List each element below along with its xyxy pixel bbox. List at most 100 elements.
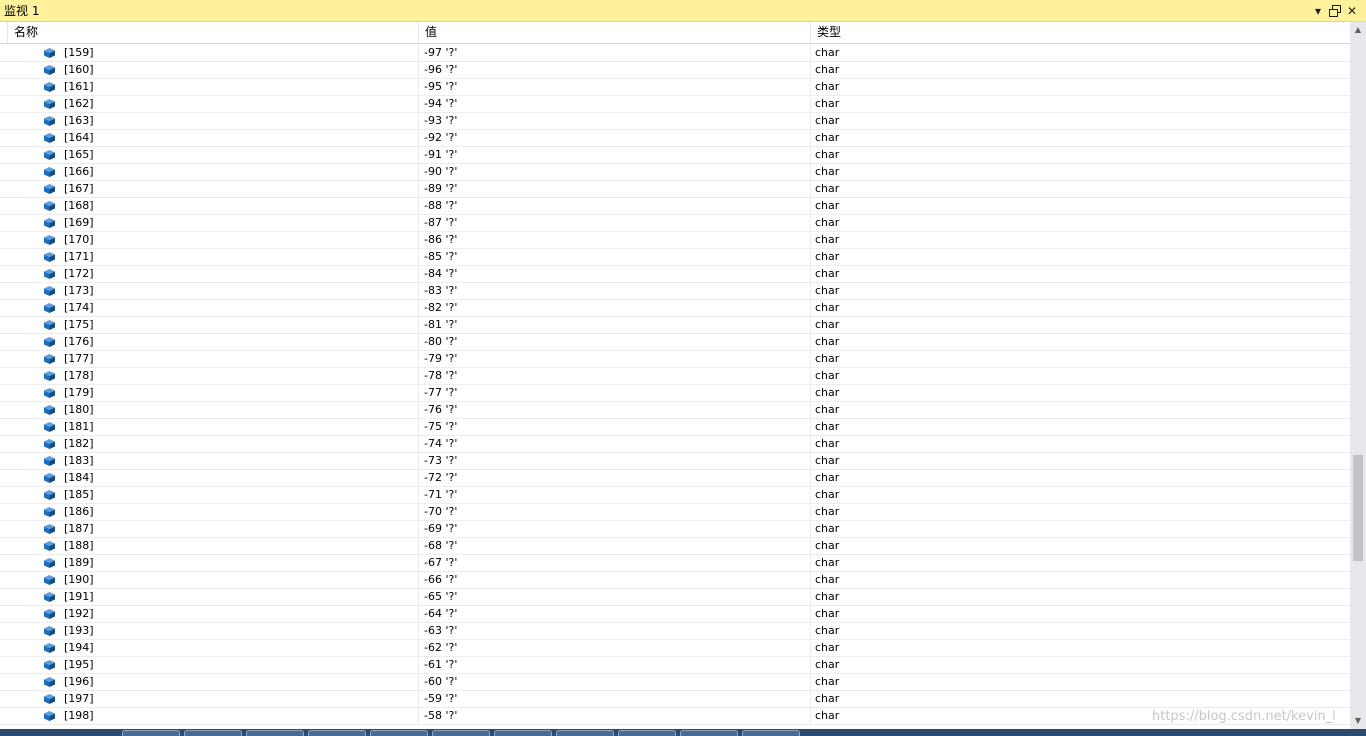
table-row[interactable]: [167] -89 '?' char (0, 181, 1350, 198)
taskbar-button[interactable] (618, 730, 676, 736)
row-value[interactable]: -79 '?' (424, 351, 457, 367)
table-row[interactable]: [168] -88 '?' char (0, 198, 1350, 215)
table-row[interactable]: [173] -83 '?' char (0, 283, 1350, 300)
row-value[interactable]: -87 '?' (424, 215, 457, 231)
row-value[interactable]: -94 '?' (424, 96, 457, 112)
dropdown-arrow-icon[interactable]: ▾ (1310, 3, 1326, 19)
table-row[interactable]: [193] -63 '?' char (0, 623, 1350, 640)
row-value[interactable]: -97 '?' (424, 45, 457, 61)
table-row[interactable]: [188] -68 '?' char (0, 538, 1350, 555)
table-row[interactable]: [179] -77 '?' char (0, 385, 1350, 402)
taskbar-button[interactable] (432, 730, 490, 736)
taskbar-button[interactable] (122, 730, 180, 736)
row-value[interactable]: -91 '?' (424, 147, 457, 163)
taskbar-button[interactable] (494, 730, 552, 736)
scroll-down-icon[interactable]: ▼ (1350, 713, 1366, 729)
table-row[interactable]: [170] -86 '?' char (0, 232, 1350, 249)
table-row[interactable]: [181] -75 '?' char (0, 419, 1350, 436)
row-value[interactable]: -78 '?' (424, 368, 457, 384)
row-value[interactable]: -65 '?' (424, 589, 457, 605)
restore-window-icon[interactable] (1327, 3, 1343, 19)
row-value[interactable]: -67 '?' (424, 555, 457, 571)
table-row[interactable]: [187] -69 '?' char (0, 521, 1350, 538)
row-value[interactable]: -90 '?' (424, 164, 457, 180)
row-value[interactable]: -60 '?' (424, 674, 457, 690)
table-row[interactable]: [184] -72 '?' char (0, 470, 1350, 487)
row-value[interactable]: -82 '?' (424, 300, 457, 316)
table-row[interactable]: [178] -78 '?' char (0, 368, 1350, 385)
table-row[interactable]: [165] -91 '?' char (0, 147, 1350, 164)
table-row[interactable]: [172] -84 '?' char (0, 266, 1350, 283)
row-value[interactable]: -96 '?' (424, 62, 457, 78)
row-value[interactable]: -83 '?' (424, 283, 457, 299)
row-value[interactable]: -92 '?' (424, 130, 457, 146)
table-row[interactable]: [161] -95 '?' char (0, 79, 1350, 96)
taskbar-button[interactable] (246, 730, 304, 736)
watch-titlebar[interactable]: 监视 1 ▾ ✕ (0, 0, 1366, 22)
row-value[interactable]: -75 '?' (424, 419, 457, 435)
table-row[interactable]: [197] -59 '?' char (0, 691, 1350, 708)
row-value[interactable]: -86 '?' (424, 232, 457, 248)
taskbar-button[interactable] (184, 730, 242, 736)
table-row[interactable]: [162] -94 '?' char (0, 96, 1350, 113)
table-row[interactable]: [164] -92 '?' char (0, 130, 1350, 147)
row-value[interactable]: -63 '?' (424, 623, 457, 639)
row-value[interactable]: -59 '?' (424, 691, 457, 707)
row-value[interactable]: -80 '?' (424, 334, 457, 350)
row-value[interactable]: -73 '?' (424, 453, 457, 469)
scroll-up-icon[interactable]: ▲ (1350, 22, 1366, 38)
row-value[interactable]: -70 '?' (424, 504, 457, 520)
table-row[interactable]: [185] -71 '?' char (0, 487, 1350, 504)
row-value[interactable]: -69 '?' (424, 521, 457, 537)
table-row[interactable]: [190] -66 '?' char (0, 572, 1350, 589)
table-row[interactable]: [160] -96 '?' char (0, 62, 1350, 79)
row-value[interactable]: -95 '?' (424, 79, 457, 95)
row-value[interactable]: -64 '?' (424, 606, 457, 622)
close-icon[interactable]: ✕ (1344, 3, 1360, 19)
row-value[interactable]: -88 '?' (424, 198, 457, 214)
table-row[interactable]: [192] -64 '?' char (0, 606, 1350, 623)
vertical-scrollbar[interactable]: ▲ ▼ (1350, 22, 1366, 729)
scroll-thumb[interactable] (1353, 455, 1363, 561)
row-value[interactable]: -74 '?' (424, 436, 457, 452)
taskbar-button[interactable] (308, 730, 366, 736)
table-row[interactable]: [182] -74 '?' char (0, 436, 1350, 453)
column-header-value[interactable]: 值 (419, 22, 811, 43)
table-row[interactable]: [175] -81 '?' char (0, 317, 1350, 334)
row-value[interactable]: -77 '?' (424, 385, 457, 401)
table-row[interactable]: [195] -61 '?' char (0, 657, 1350, 674)
table-row[interactable]: [174] -82 '?' char (0, 300, 1350, 317)
row-value[interactable]: -72 '?' (424, 470, 457, 486)
table-row[interactable]: [171] -85 '?' char (0, 249, 1350, 266)
column-header-name[interactable]: 名称 (8, 22, 419, 43)
table-row[interactable]: [180] -76 '?' char (0, 402, 1350, 419)
table-row[interactable]: [176] -80 '?' char (0, 334, 1350, 351)
table-row[interactable]: [159] -97 '?' char (0, 45, 1350, 62)
table-row[interactable]: [183] -73 '?' char (0, 453, 1350, 470)
row-value[interactable]: -76 '?' (424, 402, 457, 418)
table-row[interactable]: [191] -65 '?' char (0, 589, 1350, 606)
table-row[interactable]: [166] -90 '?' char (0, 164, 1350, 181)
column-header-type[interactable]: 类型 (811, 22, 1350, 43)
row-value[interactable]: -68 '?' (424, 538, 457, 554)
row-value[interactable]: -71 '?' (424, 487, 457, 503)
row-value[interactable]: -85 '?' (424, 249, 457, 265)
row-value[interactable]: -81 '?' (424, 317, 457, 333)
row-value[interactable]: -93 '?' (424, 113, 457, 129)
row-value[interactable]: -84 '?' (424, 266, 457, 282)
row-value[interactable]: -62 '?' (424, 640, 457, 656)
table-row[interactable]: [177] -79 '?' char (0, 351, 1350, 368)
row-value[interactable]: -58 '?' (424, 708, 457, 724)
table-row[interactable]: [186] -70 '?' char (0, 504, 1350, 521)
table-row[interactable]: [198] -58 '?' char (0, 708, 1350, 725)
table-row[interactable]: [196] -60 '?' char (0, 674, 1350, 691)
taskbar-button[interactable] (370, 730, 428, 736)
taskbar-button[interactable] (680, 730, 738, 736)
row-value[interactable]: -61 '?' (424, 657, 457, 673)
taskbar-button[interactable] (556, 730, 614, 736)
table-row[interactable]: [194] -62 '?' char (0, 640, 1350, 657)
table-row[interactable]: [169] -87 '?' char (0, 215, 1350, 232)
table-row[interactable]: [163] -93 '?' char (0, 113, 1350, 130)
taskbar-button[interactable] (742, 730, 800, 736)
table-row[interactable]: [189] -67 '?' char (0, 555, 1350, 572)
